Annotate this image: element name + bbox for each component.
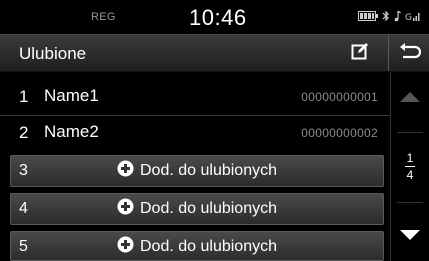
add-favorite-content: Dod. do ulubionych: [11, 232, 383, 261]
music-note-icon: [394, 10, 401, 22]
add-favorite-label: Dod. do ulubionych: [140, 162, 277, 179]
scroll-up-button[interactable]: [391, 90, 429, 112]
back-arrow-icon: [399, 42, 421, 64]
contact-name: Name1: [44, 86, 99, 105]
clock: 10:46: [189, 5, 247, 30]
page-indicator: 1 4: [391, 152, 429, 181]
signal-icon: G: [405, 10, 421, 22]
contact-row[interactable]: 2 Name2 00000000002: [0, 114, 390, 152]
triangle-down-icon: [400, 228, 420, 250]
page-title: Ulubione: [19, 44, 87, 63]
row-number: 2: [19, 123, 29, 142]
back-button[interactable]: [388, 35, 429, 71]
battery-icon: [358, 11, 378, 21]
page-current: 1: [406, 151, 414, 165]
add-favorite-content: Dod. do ulubionych: [11, 156, 383, 186]
add-favorite-button[interactable]: 3 Dod. do ulubionych: [10, 155, 384, 187]
title-bar: Ulubione: [0, 34, 429, 72]
contact-phone: 00000000002: [301, 126, 378, 140]
scroll-divider: [397, 202, 423, 203]
bluetooth-icon: [382, 10, 390, 22]
add-favorite-label: Dod. do ulubionych: [140, 200, 277, 217]
scrollbar: 1 4: [390, 72, 429, 261]
page-fraction-line: [405, 166, 415, 167]
page-total: 4: [406, 168, 414, 182]
scroll-down-button[interactable]: [391, 228, 429, 250]
plus-circle-icon: [117, 236, 134, 258]
edit-icon: [351, 42, 369, 65]
status-bar: REG 10:46 G: [0, 0, 429, 34]
plus-circle-icon: [117, 160, 134, 182]
contact-row[interactable]: 1 Name1 00000000001: [0, 78, 390, 116]
region-label: REG: [91, 11, 116, 23]
contact-phone: 00000000001: [301, 90, 378, 104]
scroll-divider: [397, 132, 423, 133]
status-icons: G: [358, 10, 421, 22]
favorites-list: 1 Name1 00000000001 2 Name2 00000000002 …: [0, 72, 390, 261]
add-favorite-label: Dod. do ulubionych: [140, 238, 277, 255]
triangle-up-icon: [400, 90, 420, 112]
plus-circle-icon: [117, 198, 134, 220]
add-favorite-button[interactable]: 5 Dod. do ulubionych: [10, 231, 384, 261]
row-number: 1: [19, 87, 29, 106]
add-favorite-button[interactable]: 4 Dod. do ulubionych: [10, 193, 384, 225]
edit-button[interactable]: [339, 35, 381, 71]
svg-text:G: G: [405, 13, 412, 22]
add-favorite-content: Dod. do ulubionych: [11, 194, 383, 224]
contact-name: Name2: [44, 122, 99, 141]
